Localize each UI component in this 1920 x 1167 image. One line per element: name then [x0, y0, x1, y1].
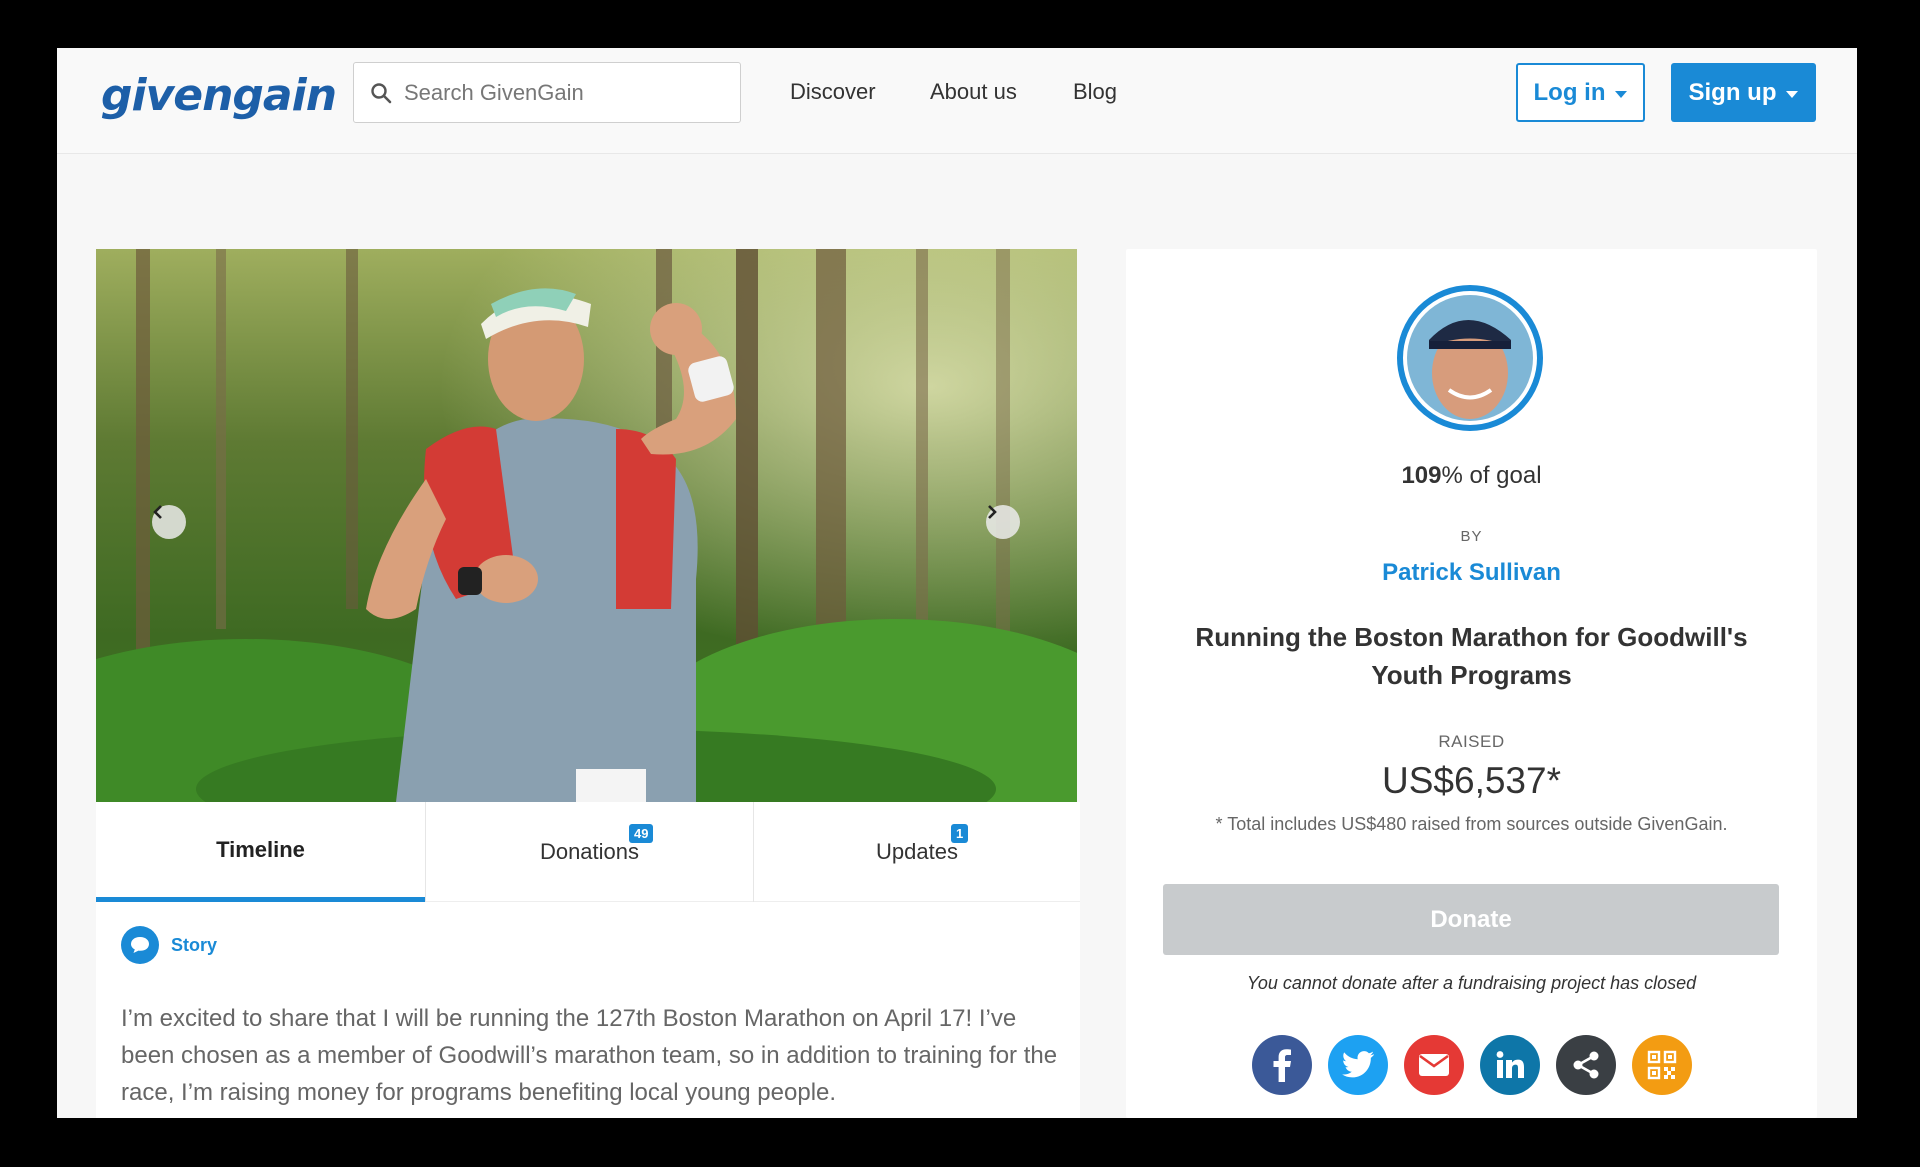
tab-donations[interactable]: Donations 49: [426, 802, 753, 902]
tab-label: Timeline: [216, 836, 305, 862]
login-label: Log in: [1533, 78, 1606, 106]
search-input[interactable]: [404, 73, 724, 113]
signup-label: Sign up: [1688, 78, 1777, 106]
nav-about-us[interactable]: About us: [930, 79, 1017, 105]
tab-timeline[interactable]: Timeline: [96, 802, 425, 902]
search-box[interactable]: [353, 62, 741, 123]
share-bar: [1252, 1035, 1692, 1095]
chevron-down-icon: [1786, 90, 1799, 98]
qr-code-icon[interactable]: [1632, 1035, 1692, 1095]
search-icon: [371, 83, 392, 104]
donations-count-badge: 49: [629, 824, 654, 843]
browser-viewport: givengain Discover About us Blog Log in …: [57, 48, 1857, 1118]
linkedin-icon[interactable]: [1480, 1035, 1540, 1095]
closed-notice: You cannot donate after a fundraising pr…: [1246, 973, 1697, 993]
story-label: Story: [171, 934, 218, 955]
tab-label: Donations: [539, 839, 640, 864]
project-title: Running the Boston Marathon for Goodwill…: [1195, 622, 1748, 690]
email-icon[interactable]: [1404, 1035, 1464, 1095]
project-photo-carousel: [96, 249, 1077, 802]
tab-label: Updates: [876, 839, 958, 864]
nav-blog[interactable]: Blog: [1073, 79, 1117, 105]
signup-button[interactable]: Sign up: [1671, 63, 1816, 122]
goal-suffix: % of goal: [1441, 462, 1542, 489]
donate-button[interactable]: Donate: [1163, 884, 1779, 955]
runner-photo: [96, 249, 1077, 802]
raised-note: * Total includes US$480 raised from sour…: [1215, 814, 1728, 834]
chevron-left-icon: [153, 505, 162, 519]
givengain-logo[interactable]: givengain: [101, 70, 337, 121]
project-tabs: Timeline Donations 49 Updates 1: [96, 802, 1080, 902]
twitter-icon[interactable]: [1328, 1035, 1388, 1095]
story-header: Story: [121, 926, 217, 964]
nav-discover[interactable]: Discover: [790, 79, 876, 105]
updates-count-badge: 1: [951, 824, 969, 843]
timeline-story: Story I’m excited to share that I will b…: [96, 902, 1080, 1118]
login-button[interactable]: Log in: [1516, 63, 1645, 122]
raised-label: RAISED: [1438, 732, 1505, 751]
chevron-right-icon: [988, 505, 997, 519]
project-summary-card: 109% of goal BY Patrick Sullivan Running…: [1126, 249, 1817, 1118]
goal-progress: 109% of goal: [1126, 462, 1817, 490]
carousel-next-button[interactable]: [986, 505, 1020, 539]
chevron-down-icon: [1615, 90, 1628, 98]
share-icon[interactable]: [1556, 1035, 1616, 1095]
speech-bubble-icon: [121, 926, 159, 964]
story-text: I’m excited to share that I will be runn…: [121, 1005, 1058, 1106]
goal-percent: 109: [1401, 462, 1442, 489]
raised-amount: US$6,537*: [1382, 760, 1561, 801]
carousel-prev-button[interactable]: [152, 505, 186, 539]
avatar[interactable]: [1397, 285, 1543, 431]
by-label: BY: [1460, 528, 1483, 545]
tab-updates[interactable]: Updates 1: [754, 802, 1080, 902]
author-link[interactable]: Patrick Sullivan: [1126, 559, 1817, 587]
avatar-photo: [1407, 295, 1533, 421]
facebook-icon[interactable]: [1252, 1035, 1312, 1095]
site-header: givengain Discover About us Blog Log in …: [57, 48, 1857, 154]
